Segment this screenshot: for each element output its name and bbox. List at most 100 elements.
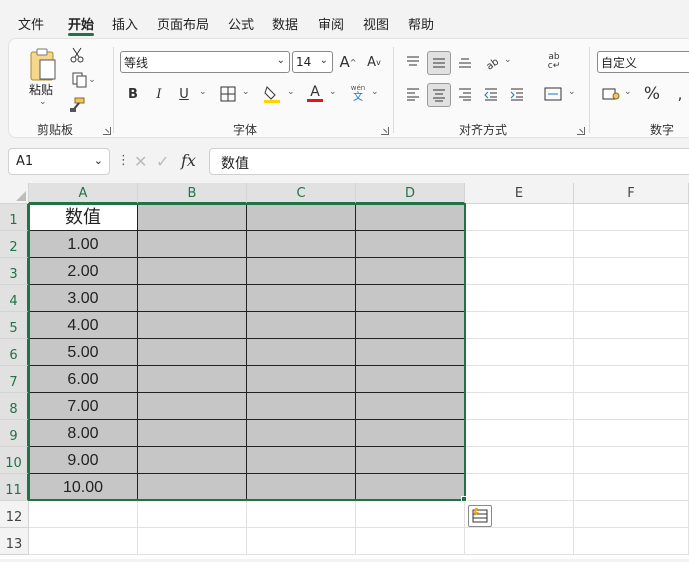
cell-f12[interactable] bbox=[574, 501, 689, 528]
column-header-f[interactable]: F bbox=[574, 183, 689, 204]
increase-indent-icon[interactable] bbox=[506, 83, 528, 105]
column-header-b[interactable]: B bbox=[138, 183, 247, 204]
font-launcher-icon[interactable] bbox=[381, 127, 389, 135]
cell-c4[interactable] bbox=[247, 285, 356, 312]
shrink-font-button[interactable]: Av bbox=[364, 51, 384, 73]
cell-c12[interactable] bbox=[247, 501, 356, 528]
row-header[interactable]: 5 bbox=[0, 312, 29, 339]
insert-function-icon[interactable]: fx bbox=[181, 151, 196, 170]
cell-e11[interactable] bbox=[465, 474, 574, 501]
cell-b11[interactable] bbox=[138, 474, 247, 501]
orientation-icon[interactable]: ab bbox=[481, 51, 503, 73]
cell-b13[interactable] bbox=[138, 528, 247, 555]
cell-d5[interactable] bbox=[356, 312, 465, 339]
cell-d6[interactable] bbox=[356, 339, 465, 366]
tab-data[interactable]: 数据 bbox=[272, 14, 298, 33]
italic-button[interactable]: I bbox=[149, 83, 169, 105]
cell-f8[interactable] bbox=[574, 393, 689, 420]
decrease-indent-icon[interactable] bbox=[480, 83, 502, 105]
comma-style-button[interactable]: , bbox=[669, 83, 689, 105]
cut-icon[interactable] bbox=[67, 45, 87, 65]
cell-a10[interactable]: 9.00 bbox=[29, 447, 138, 474]
cell-c10[interactable] bbox=[247, 447, 356, 474]
tab-view[interactable]: 视图 bbox=[363, 14, 389, 33]
cell-a3[interactable]: 2.00 bbox=[29, 258, 138, 285]
underline-button[interactable]: U bbox=[174, 83, 194, 105]
cell-a12[interactable] bbox=[29, 501, 138, 528]
cell-d1[interactable] bbox=[356, 204, 465, 231]
cell-a13[interactable] bbox=[29, 528, 138, 555]
paste-icon[interactable] bbox=[25, 47, 59, 83]
align-center-icon[interactable] bbox=[427, 83, 451, 107]
enter-icon[interactable]: ✓ bbox=[156, 152, 169, 171]
cell-d13[interactable] bbox=[356, 528, 465, 555]
font-size-combo[interactable]: 14 ⌄ bbox=[292, 51, 333, 73]
number-format-combo[interactable]: 自定义 bbox=[597, 51, 689, 73]
cell-c8[interactable] bbox=[247, 393, 356, 420]
cell-a2[interactable]: 1.00 bbox=[29, 231, 138, 258]
row-header[interactable]: 7 bbox=[0, 366, 29, 393]
quick-analysis-button[interactable] bbox=[468, 505, 492, 527]
cell-b3[interactable] bbox=[138, 258, 247, 285]
cell-e6[interactable] bbox=[465, 339, 574, 366]
cell-c5[interactable] bbox=[247, 312, 356, 339]
cell-f2[interactable] bbox=[574, 231, 689, 258]
cell-e4[interactable] bbox=[465, 285, 574, 312]
orientation-dropdown-icon[interactable]: ⌄ bbox=[504, 55, 512, 65]
row-header[interactable]: 3 bbox=[0, 258, 29, 285]
grow-font-button[interactable]: A ^ bbox=[338, 51, 358, 73]
align-top-icon[interactable] bbox=[402, 51, 424, 73]
phonetic-dropdown-icon[interactable]: ⌄ bbox=[371, 87, 379, 97]
cell-b7[interactable] bbox=[138, 366, 247, 393]
cell-b5[interactable] bbox=[138, 312, 247, 339]
cell-c3[interactable] bbox=[247, 258, 356, 285]
phonetic-guide-button[interactable]: wén 文 bbox=[349, 81, 367, 105]
cell-e7[interactable] bbox=[465, 366, 574, 393]
wrap-text-icon[interactable]: ab c↵ bbox=[543, 51, 565, 73]
align-middle-icon[interactable] bbox=[427, 51, 451, 75]
tab-file[interactable]: 文件 bbox=[18, 14, 44, 33]
cell-f4[interactable] bbox=[574, 285, 689, 312]
row-header[interactable]: 10 bbox=[0, 447, 29, 474]
cell-c6[interactable] bbox=[247, 339, 356, 366]
font-color-button[interactable]: A bbox=[305, 81, 325, 105]
cell-d12[interactable] bbox=[356, 501, 465, 528]
font-name-combo[interactable]: 等线 ⌄ bbox=[120, 51, 290, 73]
tab-home[interactable]: 开始 bbox=[68, 14, 94, 33]
cell-e13[interactable] bbox=[465, 528, 574, 555]
cell-a9[interactable]: 8.00 bbox=[29, 420, 138, 447]
cell-f10[interactable] bbox=[574, 447, 689, 474]
align-right-icon[interactable] bbox=[454, 83, 476, 105]
name-box[interactable]: A1 ⌄ bbox=[8, 148, 110, 175]
format-painter-icon[interactable] bbox=[67, 95, 87, 115]
cell-d2[interactable] bbox=[356, 231, 465, 258]
cell-e3[interactable] bbox=[465, 258, 574, 285]
tab-help[interactable]: 帮助 bbox=[408, 14, 434, 33]
row-header[interactable]: 11 bbox=[0, 474, 29, 501]
cell-b1[interactable] bbox=[138, 204, 247, 231]
underline-dropdown-icon[interactable]: ⌄ bbox=[199, 87, 207, 97]
alignment-launcher-icon[interactable] bbox=[577, 127, 585, 135]
paste-label[interactable]: 粘贴 bbox=[29, 81, 53, 98]
cell-d3[interactable] bbox=[356, 258, 465, 285]
cell-e1[interactable] bbox=[465, 204, 574, 231]
row-header[interactable]: 4 bbox=[0, 285, 29, 312]
formula-input[interactable]: 数值 bbox=[209, 148, 689, 175]
paste-dropdown-icon[interactable]: ⌄ bbox=[39, 97, 47, 107]
cell-d10[interactable] bbox=[356, 447, 465, 474]
column-header-a[interactable]: A bbox=[29, 183, 138, 204]
cell-a1[interactable]: 数值 bbox=[29, 204, 138, 231]
cell-d11[interactable] bbox=[356, 474, 465, 501]
cancel-icon[interactable]: ✕ bbox=[134, 152, 147, 171]
cell-d7[interactable] bbox=[356, 366, 465, 393]
merge-center-icon[interactable] bbox=[542, 83, 564, 105]
cell-c9[interactable] bbox=[247, 420, 356, 447]
cell-a7[interactable]: 6.00 bbox=[29, 366, 138, 393]
cell-a8[interactable]: 7.00 bbox=[29, 393, 138, 420]
cell-e9[interactable] bbox=[465, 420, 574, 447]
accounting-dropdown-icon[interactable]: ⌄ bbox=[624, 87, 632, 97]
cell-f1[interactable] bbox=[574, 204, 689, 231]
cell-f5[interactable] bbox=[574, 312, 689, 339]
cell-c1[interactable] bbox=[247, 204, 356, 231]
percent-button[interactable]: % bbox=[641, 83, 663, 105]
